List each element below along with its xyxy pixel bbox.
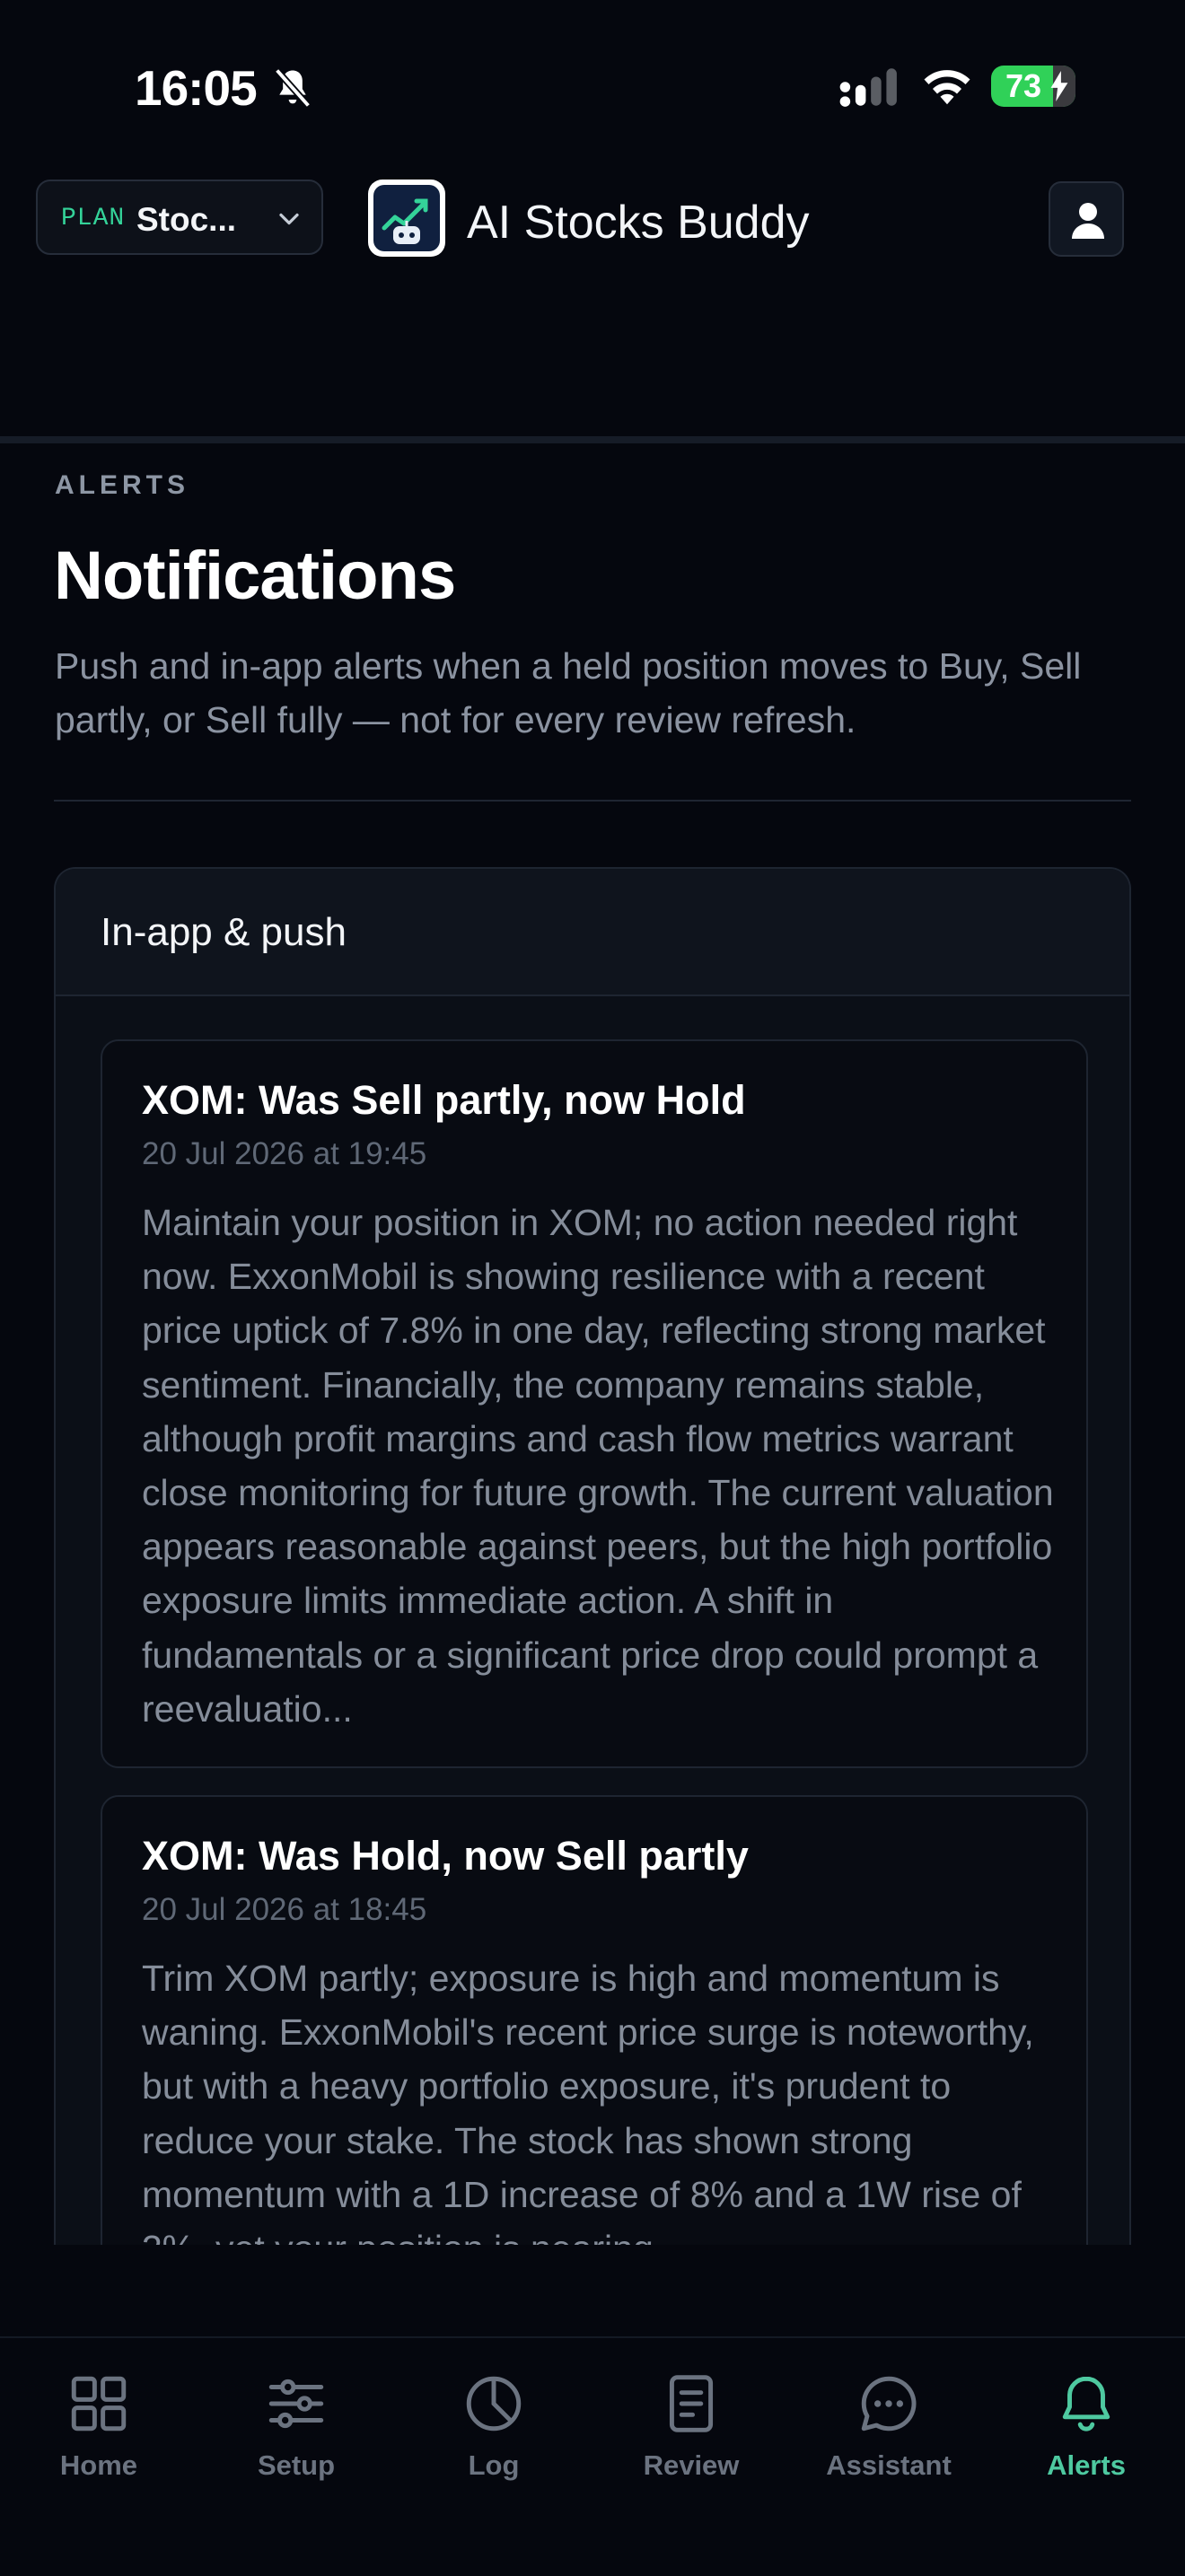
tab-label: Log (468, 2449, 520, 2481)
alert-body: Maintain your position in XOM; no action… (142, 1202, 1054, 1730)
robot-chart-logo-icon (382, 198, 428, 244)
user-icon (1072, 203, 1104, 239)
tab-review[interactable]: Review (619, 2370, 763, 2496)
charging-bolt-icon (1050, 71, 1068, 101)
status-time: 16:05 (135, 60, 258, 116)
wifi-icon (924, 70, 970, 105)
panel-header: In-app & push (56, 869, 1129, 996)
section-label: ALERTS (55, 470, 189, 500)
plan-selector[interactable]: PLAN Stoc... (36, 180, 323, 255)
status-bar: 16:05 73 (0, 0, 1185, 171)
battery-percent: 73 (1005, 67, 1042, 104)
page-description: Push and in-app alerts when a held posit… (55, 645, 1082, 740)
tab-label: Alerts (1047, 2449, 1126, 2481)
app-header: PLAN Stoc... AI Stocks Buddy (0, 180, 1185, 260)
notifications-panel: In-app & push XOM: Was Sell partly, now … (54, 867, 1131, 2245)
tab-label: Setup (257, 2449, 336, 2481)
tab-setup[interactable]: Setup (224, 2370, 368, 2496)
app-title: AI Stocks Buddy (467, 197, 810, 249)
tab-bar: Home Setup Log Review Assistant Alerts (0, 2336, 1185, 2576)
grid-icon (71, 2376, 127, 2431)
alert-card[interactable]: XOM: Was Sell partly, now Hold 20 Jul 20… (101, 1039, 1088, 1768)
tab-assistant[interactable]: Assistant (817, 2370, 961, 2496)
plan-value: Stoc... (136, 201, 237, 238)
document-icon (669, 2375, 714, 2432)
bell-icon (1062, 2376, 1110, 2431)
profile-button[interactable] (1049, 181, 1124, 257)
alert-body: Trim XOM partly; exposure is high and mo… (142, 1958, 1034, 2245)
panel-title: In-app & push (101, 910, 347, 954)
pie-chart-icon (466, 2376, 522, 2431)
app-logo (368, 180, 445, 257)
tab-label: Home (59, 2449, 138, 2481)
tab-log[interactable]: Log (422, 2370, 566, 2496)
page-title: Notifications (54, 538, 456, 614)
tab-alerts[interactable]: Alerts (1014, 2370, 1158, 2496)
chat-bubble-icon (861, 2376, 917, 2431)
plan-tag: PLAN (61, 205, 126, 232)
bell-off-icon (274, 67, 312, 109)
header-divider (0, 436, 1185, 443)
tab-label: Review (643, 2449, 740, 2481)
content-divider (54, 800, 1131, 802)
cellular-signal-icon (839, 68, 897, 107)
chevron-down-icon (279, 213, 299, 225)
tab-home[interactable]: Home (27, 2370, 171, 2496)
alert-timestamp: 20 Jul 2026 at 18:45 (142, 1892, 427, 1927)
tab-label: Assistant (826, 2449, 952, 2481)
battery-indicator: 73 (991, 66, 1075, 107)
alert-title: XOM: Was Sell partly, now Hold (142, 1077, 746, 1123)
alert-timestamp: 20 Jul 2026 at 19:45 (142, 1136, 427, 1171)
alert-card[interactable]: XOM: Was Hold, now Sell partly 20 Jul 20… (101, 1795, 1088, 2245)
alert-title: XOM: Was Hold, now Sell partly (142, 1833, 749, 1879)
sliders-icon (268, 2379, 324, 2429)
